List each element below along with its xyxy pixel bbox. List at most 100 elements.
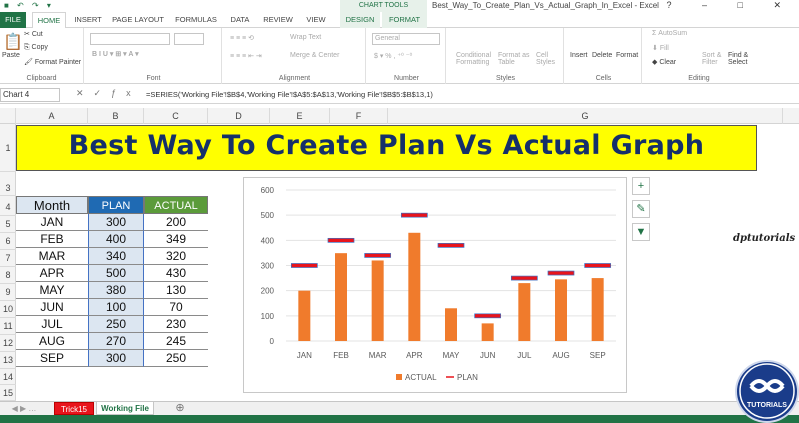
cell-styles-button[interactable]: Cell Styles: [536, 52, 555, 66]
row-header[interactable]: 8: [0, 267, 16, 284]
cell-actual[interactable]: 130: [144, 282, 208, 299]
cell-month[interactable]: MAR: [16, 248, 88, 265]
wrap-text-button[interactable]: Wrap Text: [290, 34, 321, 41]
sheet-tab-working-file[interactable]: Working File: [96, 402, 154, 415]
window-controls[interactable]: ? – □ ✕: [667, 0, 796, 11]
cell-month[interactable]: JUL: [16, 316, 88, 333]
column-header[interactable]: B: [88, 108, 144, 124]
row-header[interactable]: 5: [0, 216, 16, 233]
row-header[interactable]: 9: [0, 284, 16, 301]
insert-cells-button[interactable]: Insert: [570, 52, 588, 59]
sheet-nav-arrows[interactable]: ◀ ▶ …: [4, 402, 44, 415]
tab-insert[interactable]: INSERT: [72, 12, 104, 28]
find-select-button[interactable]: Find & Select: [728, 52, 748, 66]
cell-actual[interactable]: 430: [144, 265, 208, 282]
cell-month[interactable]: JAN: [16, 214, 88, 231]
row-header[interactable]: 14: [0, 369, 16, 385]
autosum-button[interactable]: Σ AutoSum: [652, 30, 687, 37]
paste-button[interactable]: Paste: [2, 52, 20, 59]
copy-button[interactable]: ⎘ Copy: [24, 44, 48, 52]
cell-actual[interactable]: 349: [144, 231, 208, 248]
font-name-select[interactable]: [90, 33, 170, 45]
delete-cells-button[interactable]: Delete: [592, 52, 612, 59]
tab-file[interactable]: FILE: [0, 12, 26, 28]
align-buttons[interactable]: ≡ ≡ ≡ ⟲: [230, 34, 254, 42]
row-header[interactable]: 11: [0, 318, 16, 335]
cell-month[interactable]: JUN: [16, 299, 88, 316]
header-plan[interactable]: PLAN: [88, 196, 144, 214]
row-header[interactable]: 6: [0, 233, 16, 250]
cell-month[interactable]: MAY: [16, 282, 88, 299]
fill-button[interactable]: ⬇ Fill: [652, 44, 669, 52]
cell-plan[interactable]: 400: [88, 231, 144, 248]
tab-format[interactable]: FORMAT: [382, 12, 427, 28]
tab-view[interactable]: VIEW: [302, 12, 330, 28]
tab-home[interactable]: HOME: [32, 12, 66, 28]
clear-button[interactable]: ◆ Clear: [652, 58, 676, 66]
number-buttons[interactable]: $ ▾ % , ⁺⁰ ⁻⁰: [374, 52, 412, 60]
cell-month[interactable]: APR: [16, 265, 88, 282]
cell-actual[interactable]: 230: [144, 316, 208, 333]
chart-elements-button[interactable]: +: [632, 177, 650, 195]
cell-actual[interactable]: 245: [144, 333, 208, 350]
cell-month[interactable]: AUG: [16, 333, 88, 350]
cell-plan[interactable]: 100: [88, 299, 144, 316]
number-format-select[interactable]: General: [372, 33, 440, 45]
merge-center-button[interactable]: Merge & Center: [290, 52, 339, 59]
add-sheet-button[interactable]: ⊕: [172, 402, 188, 415]
cell-plan[interactable]: 340: [88, 248, 144, 265]
format-cells-button[interactable]: Format: [616, 52, 638, 59]
cell-plan[interactable]: 270: [88, 333, 144, 350]
column-header[interactable]: F: [330, 108, 388, 124]
chart-styles-button[interactable]: ✎: [632, 200, 650, 218]
plan-vs-actual-chart[interactable]: 0 100 200 300 400 500 600 JAN FEB MAR APR MAY JUN JUL…: [243, 177, 627, 393]
cell-month[interactable]: SEP: [16, 350, 88, 367]
row-header[interactable]: 7: [0, 250, 16, 267]
cell-plan[interactable]: 250: [88, 316, 144, 333]
tab-page-layout[interactable]: PAGE LAYOUT: [110, 12, 166, 28]
cut-button[interactable]: ✂ Cut: [24, 30, 43, 38]
title-banner[interactable]: Best Way To Create Plan Vs Actual Graph: [16, 125, 757, 171]
cell-actual[interactable]: 70: [144, 299, 208, 316]
tab-formulas[interactable]: FORMULAS: [172, 12, 220, 28]
column-header[interactable]: G: [388, 108, 783, 124]
font-size-select[interactable]: [174, 33, 204, 45]
paste-icon[interactable]: 📋: [3, 32, 23, 52]
quick-access-toolbar[interactable]: ■ ↶ ↷ ▾: [4, 1, 54, 10]
column-header[interactable]: C: [144, 108, 208, 124]
row-header[interactable]: 10: [0, 301, 16, 318]
header-month[interactable]: Month: [16, 196, 88, 214]
cell-actual[interactable]: 200: [144, 214, 208, 231]
column-header[interactable]: A: [16, 108, 88, 124]
font-style-buttons[interactable]: B I U ▾ ⊞ ▾ A ▾: [92, 50, 139, 58]
sheet-tab-trick15[interactable]: Trick15: [54, 402, 94, 415]
chart-filters-button[interactable]: ▼: [632, 223, 650, 241]
cell-month[interactable]: FEB: [16, 231, 88, 248]
header-actual[interactable]: ACTUAL: [144, 196, 208, 214]
row-header[interactable]: 1: [0, 124, 16, 172]
name-box[interactable]: Chart 4: [0, 88, 60, 102]
cell-actual[interactable]: 250: [144, 350, 208, 367]
tab-review[interactable]: REVIEW: [260, 12, 296, 28]
row-header[interactable]: 3: [0, 180, 16, 196]
formula-input[interactable]: =SERIES('Working File'!$B$4,'Working Fil…: [146, 88, 796, 102]
format-painter-button[interactable]: 🖌 Format Painter: [24, 58, 81, 66]
fx-buttons[interactable]: ✕✓ƒx: [76, 88, 141, 99]
select-all-corner[interactable]: [0, 108, 16, 124]
row-header[interactable]: 15: [0, 385, 16, 401]
row-header[interactable]: 4: [0, 198, 16, 216]
column-header[interactable]: D: [208, 108, 270, 124]
cell-plan[interactable]: 380: [88, 282, 144, 299]
row-header[interactable]: 13: [0, 352, 16, 369]
sort-filter-button[interactable]: Sort & Filter: [702, 52, 721, 66]
format-as-table-button[interactable]: Format as Table: [498, 52, 530, 66]
cell-actual[interactable]: 320: [144, 248, 208, 265]
cell-plan[interactable]: 300: [88, 214, 144, 231]
column-header[interactable]: E: [270, 108, 330, 124]
cell-plan[interactable]: 300: [88, 350, 144, 367]
row-header[interactable]: 12: [0, 335, 16, 352]
cell-plan[interactable]: 500: [88, 265, 144, 282]
conditional-formatting-button[interactable]: Conditional Formatting: [456, 52, 491, 66]
tab-data[interactable]: DATA: [226, 12, 254, 28]
tab-design[interactable]: DESIGN: [340, 12, 380, 28]
